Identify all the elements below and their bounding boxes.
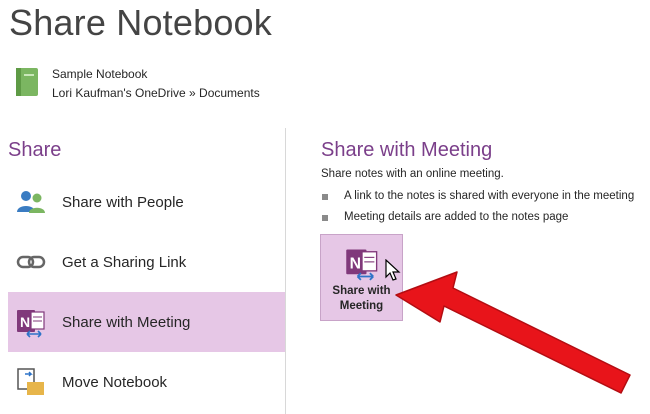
button-label: Share with Meeting	[332, 285, 391, 312]
notebook-name: Sample Notebook	[52, 67, 148, 81]
share-heading: Share	[8, 139, 62, 161]
nav-item-label: Move Notebook	[62, 373, 168, 391]
notebook-info: Sample Notebook Lori Kaufman's OneDrive …	[14, 65, 260, 103]
bullet-square-icon	[322, 193, 328, 200]
nav-item-label: Share with People	[62, 193, 184, 211]
people-icon	[14, 185, 48, 219]
notebook-icon	[14, 67, 40, 97]
panel-heading: Share with Meeting	[321, 139, 493, 161]
share-nav: Share with People Get a Sharing Link N S…	[8, 172, 285, 412]
svg-text:N: N	[349, 256, 360, 273]
page-title: Share Notebook	[9, 2, 272, 43]
nav-item-share-with-people[interactable]: Share with People	[8, 172, 285, 232]
nav-item-share-with-meeting[interactable]: N Share with Meeting	[8, 292, 285, 352]
panel-bullets: A link to the notes is shared with every…	[322, 186, 634, 228]
mouse-pointer-icon	[385, 258, 401, 288]
svg-text:N: N	[20, 314, 30, 330]
nav-item-move-notebook[interactable]: Move Notebook	[8, 352, 285, 412]
onenote-meeting-icon: N	[14, 305, 48, 339]
list-item: Meeting details are added to the notes p…	[322, 207, 634, 228]
nav-item-get-sharing-link[interactable]: Get a Sharing Link	[8, 232, 285, 292]
list-item: A link to the notes is shared with every…	[322, 186, 634, 207]
nav-item-label: Get a Sharing Link	[62, 253, 187, 271]
panel-description: Share notes with an online meeting.	[321, 168, 504, 180]
notebook-location: Lori Kaufman's OneDrive » Documents	[52, 86, 260, 100]
nav-item-label: Share with Meeting	[62, 313, 191, 331]
onenote-meeting-icon: N	[344, 245, 380, 281]
bullet-square-icon	[322, 214, 328, 221]
move-notebook-icon	[14, 365, 48, 399]
link-icon	[14, 245, 48, 279]
panel-divider	[285, 128, 286, 414]
